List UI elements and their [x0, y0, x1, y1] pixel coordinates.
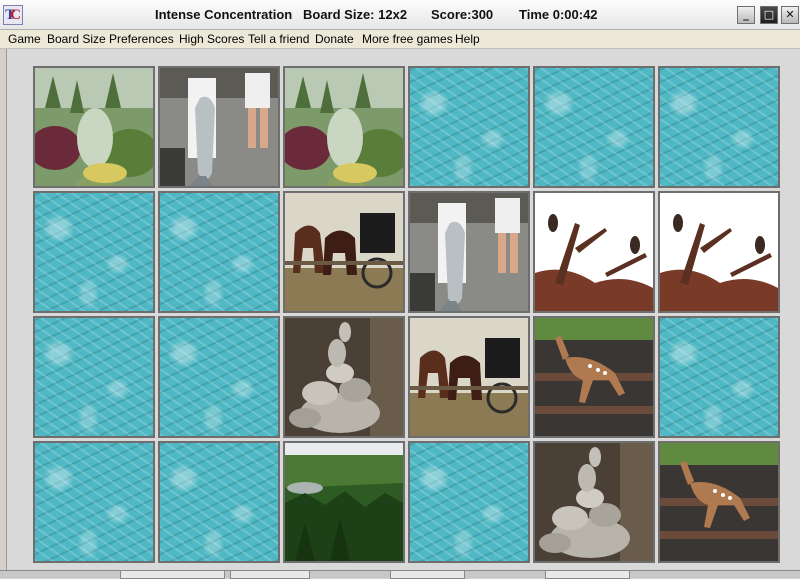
menu-board-size[interactable]: Board Size — [47, 31, 106, 47]
game-board — [6, 49, 800, 570]
card-back[interactable] — [533, 66, 655, 188]
minimize-button[interactable]: _ — [737, 6, 755, 24]
card-birds[interactable] — [533, 191, 655, 313]
card-back[interactable] — [158, 441, 280, 563]
minimize-icon: _ — [743, 8, 749, 21]
score-readout: Score:300 — [431, 7, 494, 22]
card-back[interactable] — [33, 441, 155, 563]
card-back[interactable] — [33, 316, 155, 438]
card-rocks[interactable] — [283, 316, 405, 438]
game-title: Intense Concentration — [155, 7, 293, 22]
board-size-readout: Board Size: 12x2 — [303, 7, 408, 22]
close-button[interactable]: ✕ — [781, 6, 799, 24]
maximize-button[interactable]: □ — [760, 6, 778, 24]
card-fisherman[interactable] — [408, 191, 530, 313]
card-garden[interactable] — [33, 66, 155, 188]
menu-tell-a-friend[interactable]: Tell a friend — [248, 31, 309, 47]
card-back[interactable] — [158, 316, 280, 438]
card-back[interactable] — [33, 191, 155, 313]
card-horses[interactable] — [283, 191, 405, 313]
card-back[interactable] — [658, 316, 780, 438]
title-bar: TC Intense Concentration Board Size: 12x… — [0, 0, 800, 30]
menu-donate[interactable]: Donate — [315, 31, 354, 47]
card-horses[interactable] — [408, 316, 530, 438]
card-back[interactable] — [408, 66, 530, 188]
card-forest[interactable] — [283, 441, 405, 563]
menu-game[interactable]: Game — [8, 31, 41, 47]
menu-bar: Game Board Size Preferences High Scores … — [0, 30, 800, 49]
card-deer[interactable] — [533, 316, 655, 438]
card-garden[interactable] — [283, 66, 405, 188]
time-readout: Time 0:00:42 — [519, 7, 598, 22]
card-back[interactable] — [158, 191, 280, 313]
card-fisherman[interactable] — [158, 66, 280, 188]
menu-help[interactable]: Help — [455, 31, 480, 47]
card-deer[interactable] — [658, 441, 780, 563]
card-rocks[interactable] — [533, 441, 655, 563]
taskbar — [0, 570, 800, 579]
menu-high-scores[interactable]: High Scores — [179, 31, 244, 47]
menu-preferences[interactable]: Preferences — [109, 31, 174, 47]
card-back[interactable] — [408, 441, 530, 563]
card-back[interactable] — [658, 66, 780, 188]
menu-more-free-games[interactable]: More free games — [362, 31, 453, 47]
card-birds[interactable] — [658, 191, 780, 313]
app-icon[interactable]: TC — [3, 5, 23, 25]
maximize-icon: □ — [763, 8, 775, 21]
close-icon: ✕ — [785, 8, 795, 21]
